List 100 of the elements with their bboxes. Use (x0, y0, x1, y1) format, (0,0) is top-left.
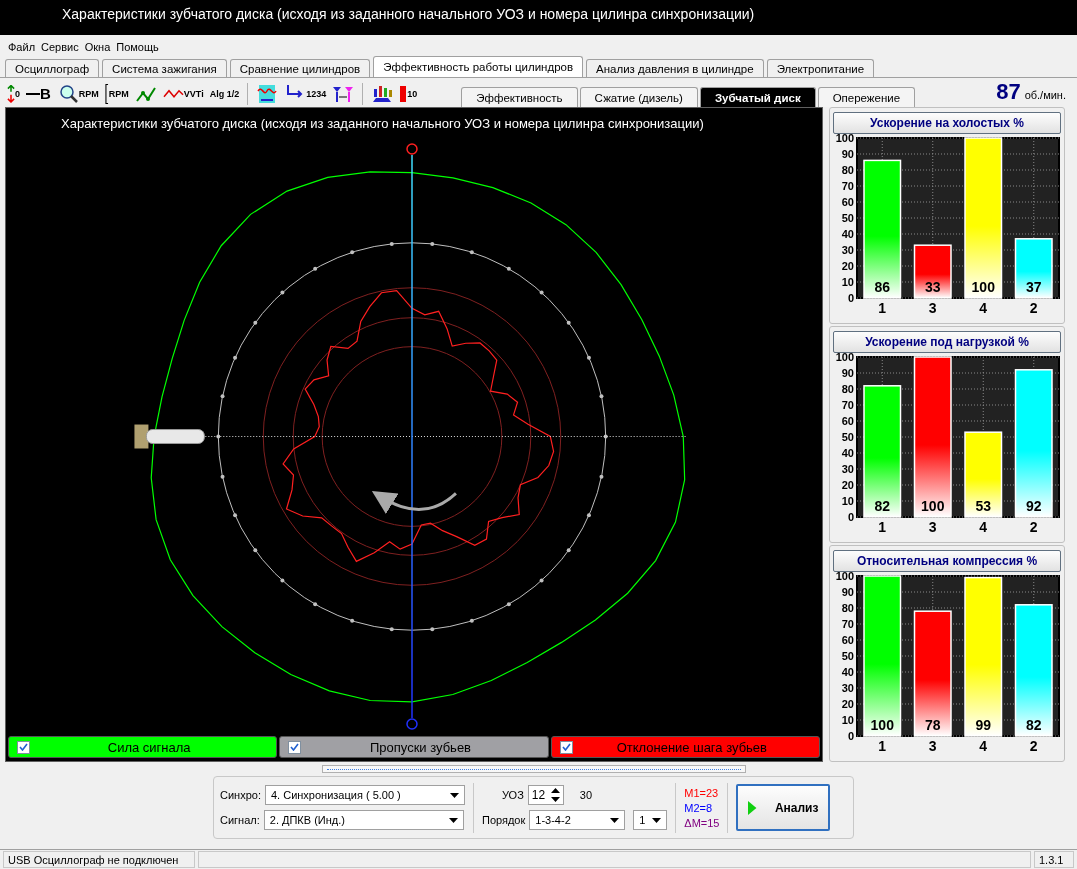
field-label: УОЗ (501, 789, 524, 801)
chart-title-button[interactable]: Относительная компрессия % (833, 550, 1061, 572)
axis-tick-label: 80 (841, 602, 854, 614)
measurement-value: M2=8 (684, 800, 714, 815)
axis-category-label: 2 (1029, 738, 1038, 752)
axis-tick-label: 20 (841, 260, 854, 272)
legend-toggle[interactable]: Пропуски зубьев (279, 736, 549, 758)
angle-value: 30 (579, 789, 593, 801)
axis-tick-label: 70 (841, 399, 854, 411)
window-title: Характеристики зубчатого диска (исходя из заданного начального УОЗ и номера цилинра синхронизации) (62, 6, 755, 22)
axis-tick-label: 50 (841, 212, 854, 224)
measurement-value: ΔM=15 (684, 815, 720, 830)
tab[interactable]: Эффективность (461, 87, 578, 107)
bar-value-label: 33 (924, 279, 941, 295)
tab[interactable]: Система зажигания (102, 59, 227, 77)
tab[interactable]: Осциллограф (5, 59, 100, 77)
bar-value-label: 99 (975, 717, 992, 733)
tab[interactable]: Анализ давления в цилиндре (586, 59, 764, 77)
axis-category-label: 1 (878, 738, 887, 752)
field-label: Синхро: (220, 789, 261, 801)
axis-tick-label: 90 (841, 148, 854, 160)
axis-tick-label: 10 (841, 495, 854, 507)
tab[interactable]: Эффективность работы цилиндров (373, 56, 584, 77)
field-label: Порядок (481, 814, 526, 826)
toolbar-button[interactable]: Alg 1/2 (207, 81, 242, 106)
axis-tick-label: 30 (841, 463, 854, 475)
axis-category-label: 4 (979, 300, 988, 314)
checkmark-icon (19, 743, 28, 751)
axis-tick-label: 70 (841, 180, 854, 192)
axis-tick-label: 0 (847, 511, 854, 523)
menu-item[interactable]: Файл (8, 41, 36, 53)
axis-tick-label: 40 (841, 666, 854, 678)
tab[interactable]: Сжатие (дизель) (579, 87, 698, 107)
checkbox[interactable] (559, 740, 573, 754)
toolbar-button[interactable]: B (24, 81, 53, 106)
axis-tick-label: 20 (841, 479, 854, 491)
axis-tick-label: 100 (835, 353, 854, 363)
bar-value-label: 100 (971, 279, 995, 295)
axis-tick-label: 0 (847, 730, 854, 742)
axis-category-label: 1 (878, 519, 887, 533)
waveform-icon (256, 82, 279, 105)
axis-tick-label: 60 (841, 415, 854, 427)
tab[interactable]: Зубчатый диск (699, 87, 816, 107)
dropdown[interactable]: 4. Синхронизация ( 5.00 ) (264, 785, 465, 805)
toolbar-button[interactable]: 1234 (282, 81, 329, 106)
axis-tick-label: 70 (841, 618, 854, 630)
axis-category-label: 3 (928, 300, 937, 314)
toolbar-button[interactable]: 0 (5, 81, 22, 106)
legend-toggle[interactable]: Сила сигнала (8, 736, 278, 758)
splitter-handle[interactable] (322, 765, 746, 773)
spin-box[interactable]: 12 (527, 785, 564, 805)
sensor-drawing (134, 424, 205, 449)
axis-tick-label: 0 (847, 292, 854, 304)
toolbar-button[interactable]: VVTi (160, 81, 206, 106)
bar-value-label: 82 (874, 498, 891, 514)
axis-tick-label: 100 (835, 572, 854, 582)
analyze-button[interactable]: Анализ (736, 784, 831, 831)
chart-title-button[interactable]: Ускорение под нагрузкой % (833, 331, 1061, 353)
checkbox[interactable] (17, 740, 30, 754)
spinner-arrows-icon (550, 788, 560, 802)
menu-item[interactable]: Помощь (116, 41, 159, 53)
axis-tick-label: 10 (841, 276, 854, 288)
tab[interactable]: Электропитание (766, 59, 875, 77)
axis-tick-label: 80 (841, 164, 854, 176)
checkmark-icon (290, 743, 300, 751)
axis-tick-label: 10 (841, 714, 854, 726)
up-down-arrows-icon (7, 84, 15, 103)
tab[interactable]: Опережение (817, 87, 916, 107)
dropdown[interactable]: 1-3-4-2 (529, 810, 626, 830)
axis-category-label: 4 (979, 738, 988, 752)
checkbox[interactable] (288, 740, 302, 754)
chart-title-button[interactable]: Ускорение на холостых % (833, 112, 1061, 134)
axis-tick-label: 20 (841, 698, 854, 710)
bar-value-label: 53 (975, 498, 992, 514)
dropdown[interactable]: 2. ДПКВ (Инд.) (263, 810, 464, 830)
dropdown-arrow-icon (449, 792, 459, 798)
toolbar-button[interactable]: RPM (54, 81, 101, 106)
axis-tick-label: 60 (841, 634, 854, 646)
menu-item[interactable]: Сервис (41, 41, 79, 53)
dropdown-arrow-icon (448, 817, 458, 823)
axis-tick-label: 80 (841, 383, 854, 395)
axis-tick-label: 60 (841, 196, 854, 208)
dropdown-arrow-icon (610, 817, 620, 823)
axis-tick-label: 100 (835, 134, 854, 144)
rpm-unit: об./мин. (1024, 89, 1066, 101)
legend-toggle[interactable]: Отклонение шага зубьев (550, 736, 820, 758)
tab[interactable]: Сравнение цилиндров (229, 59, 371, 77)
bar-value-label: 100 (870, 717, 894, 733)
menu-item[interactable]: Окна (84, 41, 111, 53)
bottom-marker-circle (406, 718, 418, 730)
checkmark-icon (561, 743, 571, 751)
bar-value-label: 78 (924, 717, 941, 733)
bar-value-label: 82 (1025, 717, 1042, 733)
line-chart-icon (162, 89, 184, 98)
bar-value-label: 92 (1025, 498, 1042, 514)
bar-value-label: 86 (874, 279, 891, 295)
toolbar-button[interactable]: 10 (397, 81, 420, 106)
dropdown[interactable]: 1 (633, 810, 668, 830)
toolbar-button[interactable]: RPM (102, 81, 131, 106)
axis-tick-label: 40 (841, 228, 854, 240)
